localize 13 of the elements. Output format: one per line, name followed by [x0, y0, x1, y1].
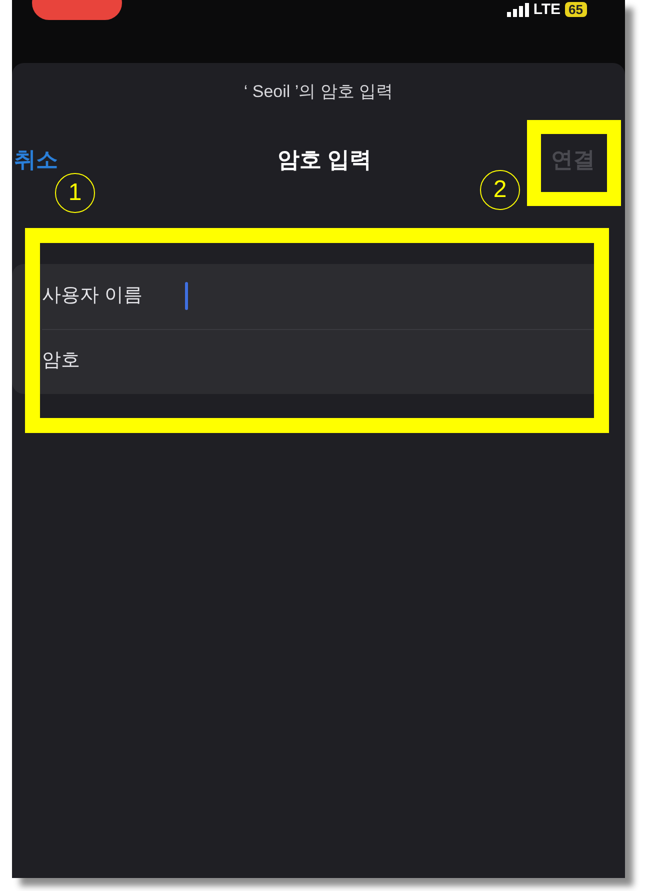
sheet-subtitle: ‘ Seoil ’의 암호 입력: [244, 81, 394, 103]
field-label: 사용자 이름: [42, 284, 144, 308]
sheet-title: 암호 입력: [277, 146, 372, 174]
battery-level: 65: [564, 2, 587, 17]
step-number: 1: [55, 173, 95, 213]
step-number: 2: [480, 170, 520, 210]
network-label: LTE: [533, 2, 561, 17]
cancel-button[interactable]: 취소: [14, 142, 58, 176]
field-label: 암호: [42, 349, 81, 374]
text-cursor: [185, 282, 188, 310]
signal-icon: [507, 2, 530, 16]
input-field[interactable]: 암호: [42, 328, 607, 394]
input-field[interactable]: 사용자 이름: [42, 264, 607, 328]
